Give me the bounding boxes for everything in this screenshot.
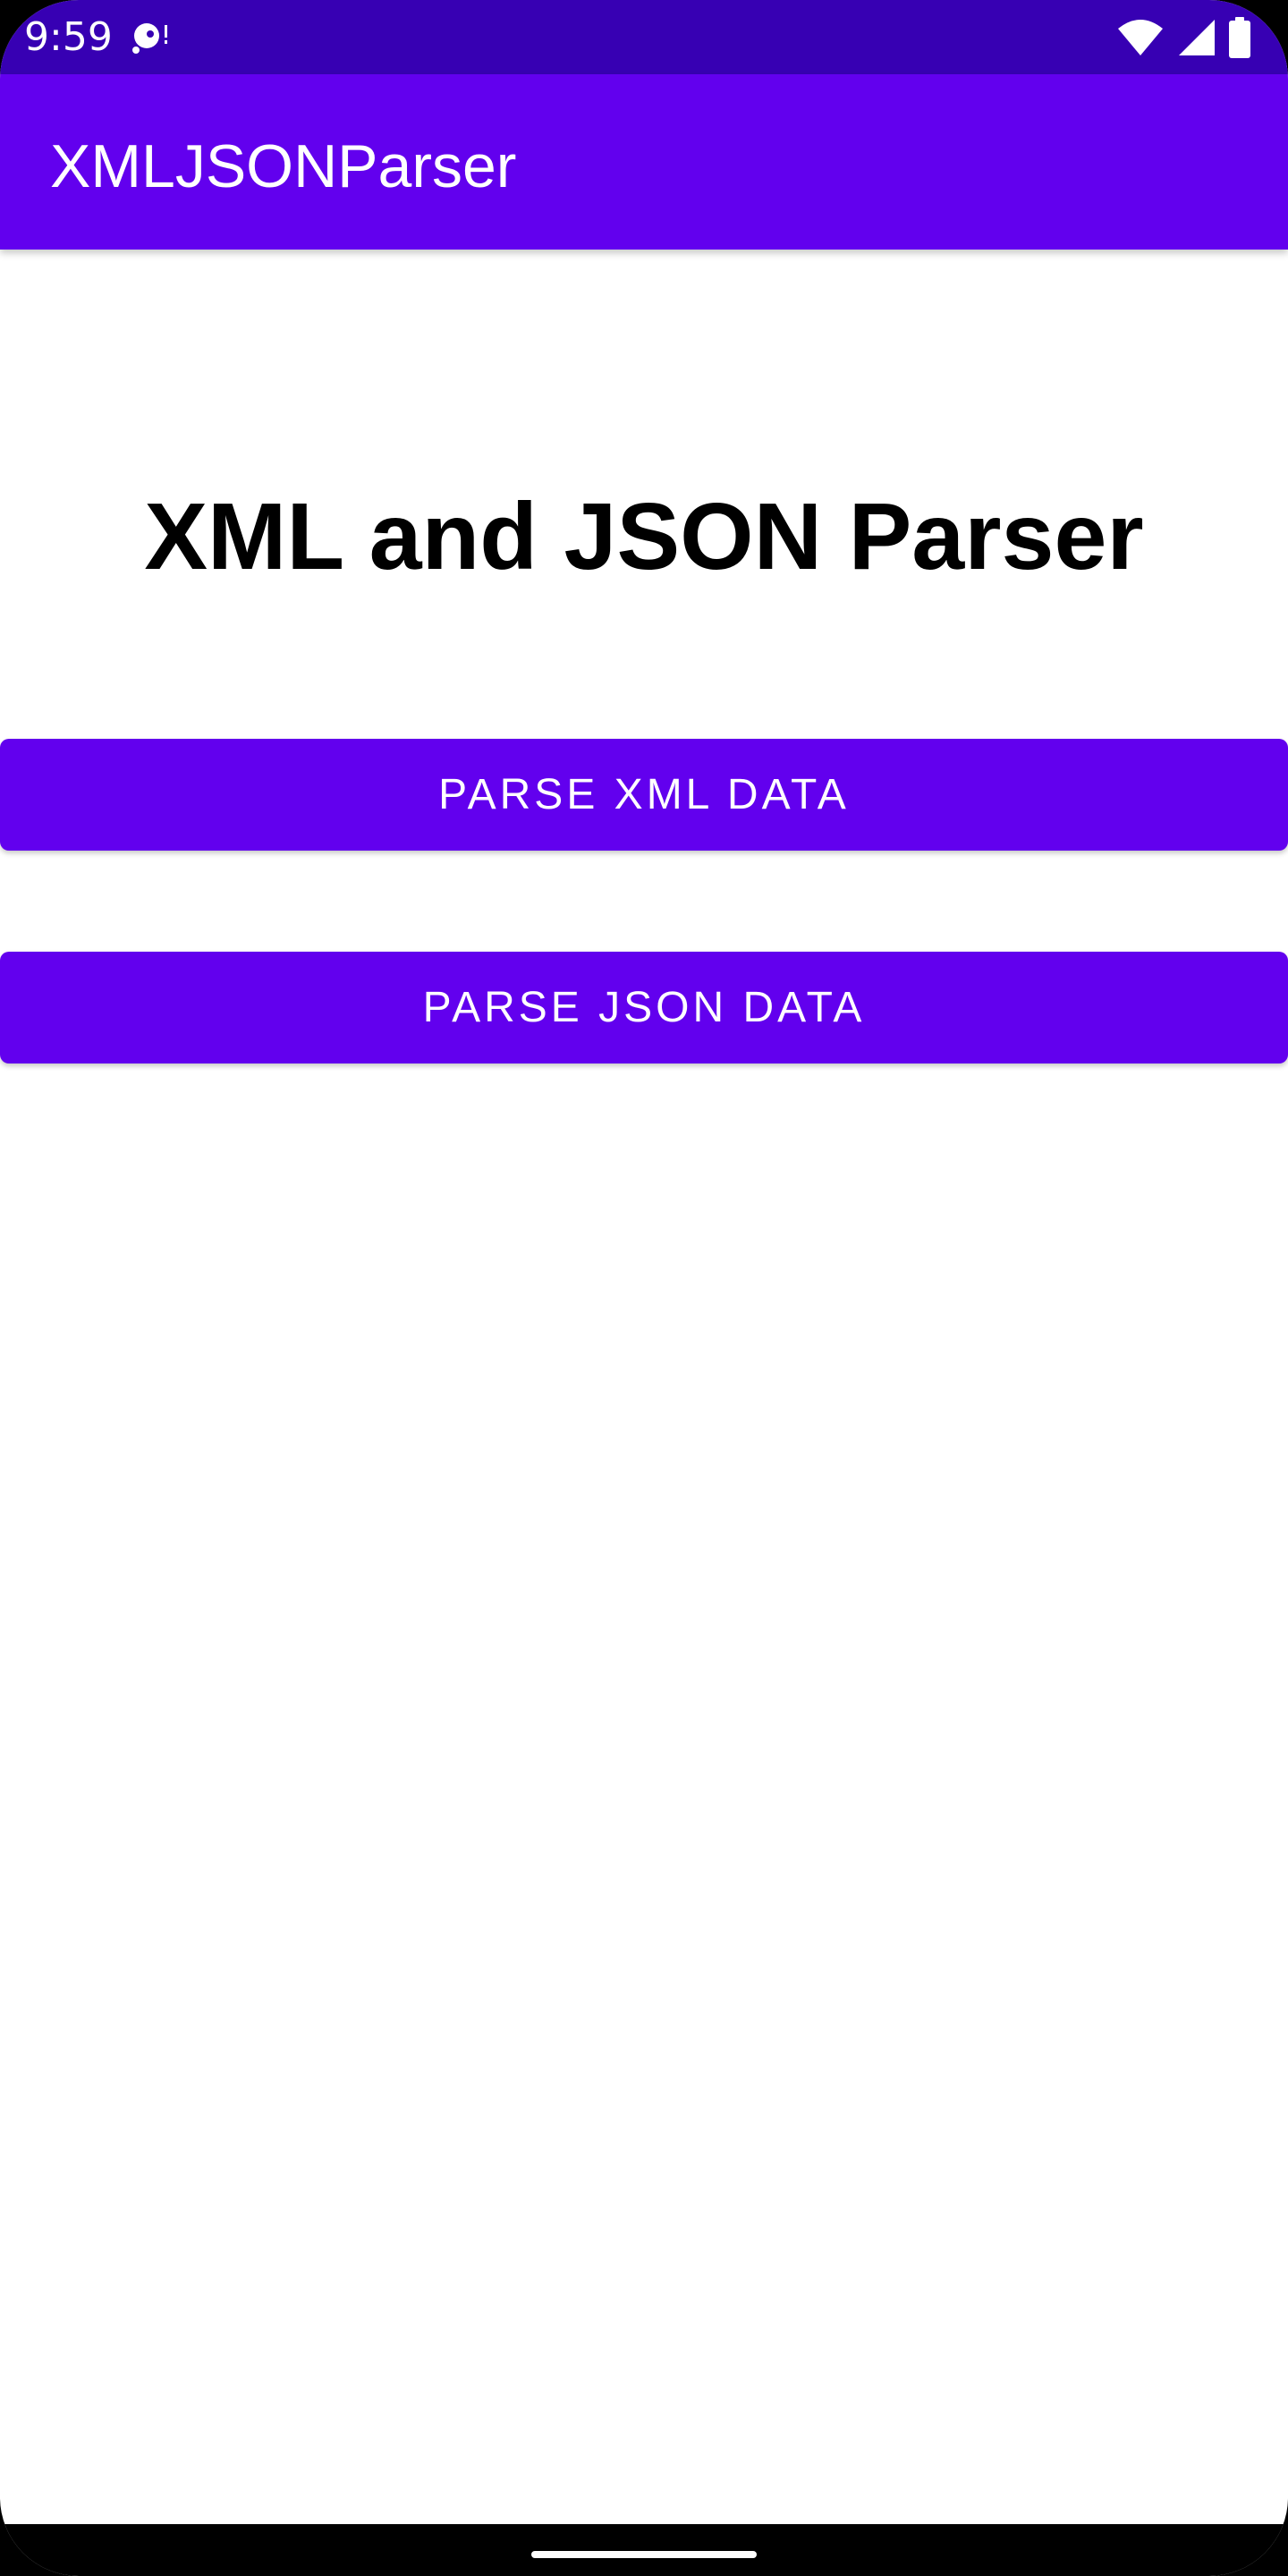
app-bar: XMLJSONParser — [0, 74, 1288, 250]
parse-json-button[interactable]: PARSE JSON DATA — [0, 952, 1288, 1063]
parse-xml-button[interactable]: PARSE XML DATA — [0, 739, 1288, 851]
phone-screen: 9:59 XMLJSONParser XML and JSON Parser P… — [0, 0, 1288, 2576]
home-gesture-handle[interactable] — [531, 2551, 757, 2558]
status-bar: 9:59 — [0, 0, 1288, 74]
status-icons — [1116, 16, 1252, 59]
wifi-icon — [1116, 18, 1165, 57]
navigation-bar — [0, 2524, 1288, 2576]
page-heading: XML and JSON Parser — [144, 484, 1144, 589]
media-sync-icon — [131, 18, 174, 57]
cell-signal-icon — [1175, 18, 1216, 57]
battery-icon — [1227, 17, 1252, 58]
status-time: 9:59 — [24, 14, 113, 60]
app-title: XMLJSONParser — [50, 132, 517, 200]
